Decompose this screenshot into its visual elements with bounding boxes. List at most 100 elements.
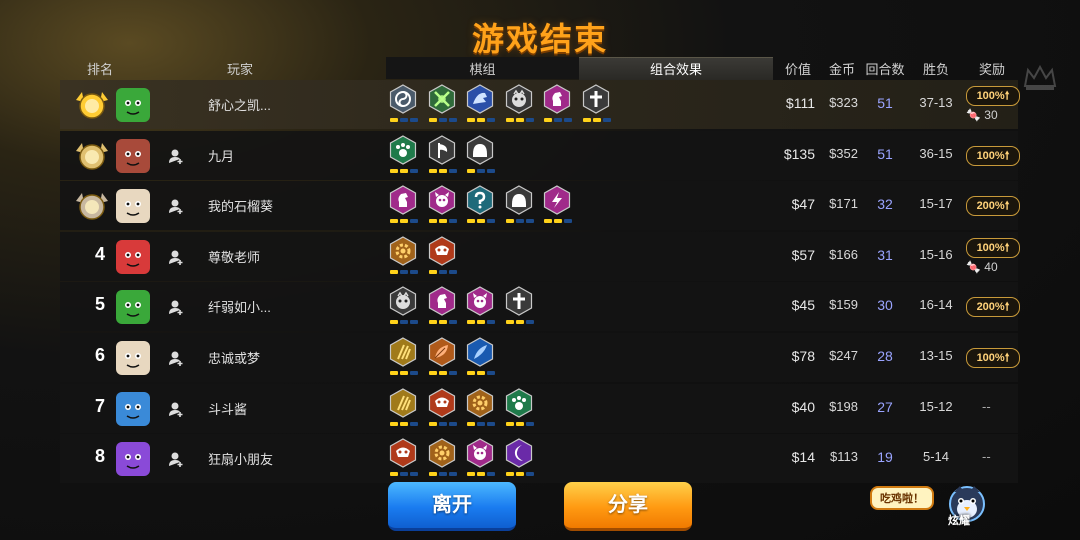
- trait-bar: [525, 118, 534, 122]
- reward-badge[interactable]: 100%🠕: [966, 145, 1020, 166]
- trait-beast-icon[interactable]: [388, 286, 418, 326]
- value-cell: $14: [791, 449, 815, 466]
- table-row[interactable]: 8 狂扇小朋友 $14 $113 19 5-14 --: [60, 434, 1018, 484]
- trait-claws-icon[interactable]: [388, 337, 418, 377]
- trait-helmet-icon[interactable]: [465, 134, 495, 175]
- add-friend-icon[interactable]: [168, 198, 184, 215]
- table-row[interactable]: 九月 $135 $352 51 36-15 100%🠕: [60, 130, 1020, 180]
- avatar[interactable]: [116, 442, 150, 477]
- trait-bar: [477, 421, 485, 426]
- header-rounds: 回合数: [865, 62, 905, 77]
- table-row[interactable]: 5 纤弱如小... $45 $159 30 16-14 200%🠕: [60, 282, 1020, 332]
- reward-badge[interactable]: 100%🠕: [966, 348, 1020, 368]
- trait-knight-icon[interactable]: [388, 185, 418, 225]
- trait-bar: [428, 472, 437, 477]
- trait-bar: [448, 118, 457, 122]
- avatar[interactable]: [116, 88, 150, 122]
- trait-dragon-icon[interactable]: [465, 84, 495, 124]
- trait-beast-icon[interactable]: [504, 84, 534, 124]
- trait-question-icon[interactable]: [465, 185, 495, 225]
- rounds-cell: 27: [877, 398, 893, 415]
- add-friend-icon[interactable]: [168, 299, 184, 316]
- trait-bar: [428, 320, 437, 325]
- reward-badge[interactable]: 100%🠕: [966, 237, 1020, 258]
- reward-badge[interactable]: 200%🠕: [966, 297, 1020, 318]
- tab-pieces[interactable]: 棋组: [386, 60, 579, 80]
- rank-medal-icon: [72, 139, 112, 173]
- table-row[interactable]: 4 尊敬老师 $57 $166 31 15-16 100%🠕 🍬 40: [60, 231, 1020, 281]
- avatar[interactable]: [116, 341, 150, 375]
- reward-badge[interactable]: 100%🠕: [966, 86, 1020, 106]
- trait-bar: [410, 371, 418, 375]
- trait-demon-icon[interactable]: [465, 438, 495, 478]
- tab-combo[interactable]: 组合效果: [579, 60, 773, 80]
- trait-gear-icon[interactable]: [388, 236, 418, 276]
- reward-candy: 🍬 30: [966, 108, 998, 122]
- trait-paw-icon[interactable]: [388, 134, 418, 175]
- trait-yinyang-icon[interactable]: [388, 84, 418, 124]
- trait-demon-icon[interactable]: [465, 286, 495, 326]
- trait-helmet-icon[interactable]: [504, 185, 534, 225]
- trait-bar: [390, 219, 398, 224]
- table-row[interactable]: 6 忠诚或梦 $78 $247 28 13-15 100%🠕: [60, 333, 1020, 382]
- trait-knight-icon[interactable]: [427, 286, 457, 326]
- rounds-cell: 30: [877, 297, 893, 314]
- share-button[interactable]: 分享: [564, 482, 692, 531]
- no-reward: --: [982, 449, 991, 465]
- leave-button[interactable]: 离开: [388, 482, 516, 531]
- table-row[interactable]: 我的石榴葵 $47 $171 32 15-17 200%🠕: [60, 181, 1020, 231]
- trait-bar: [428, 168, 437, 173]
- trait-bar: [525, 320, 534, 325]
- trait-mech-icon[interactable]: [427, 387, 457, 428]
- trait-axe-icon[interactable]: [427, 134, 457, 175]
- trait-cross-icon[interactable]: [581, 84, 611, 124]
- trait-mech-icon[interactable]: [388, 438, 418, 478]
- trait-mech-icon[interactable]: [427, 236, 457, 276]
- trait-crossed-arrows-icon[interactable]: [427, 84, 457, 124]
- trait-bar: [410, 219, 418, 224]
- trait-gear-icon[interactable]: [427, 438, 457, 478]
- avatar[interactable]: [116, 391, 150, 426]
- gold-cell: $198: [829, 398, 858, 414]
- trait-moon-icon[interactable]: [504, 438, 534, 478]
- trait-knight-icon[interactable]: [542, 84, 572, 124]
- avatar[interactable]: [116, 290, 150, 325]
- trait-paw-icon[interactable]: [504, 387, 534, 428]
- add-friend-icon[interactable]: [168, 249, 184, 265]
- player-name: 尊敬老师: [208, 249, 261, 265]
- table-row[interactable]: 舒心之凯... $111 $323 51 37-13 100%🠕 🍬 30: [60, 80, 1020, 129]
- trait-bar: [438, 269, 447, 274]
- trait-bar: [400, 472, 408, 477]
- avatar[interactable]: [116, 138, 150, 173]
- trait-bar: [438, 219, 447, 224]
- add-friend-icon[interactable]: [168, 148, 184, 164]
- trait-claws-icon[interactable]: [388, 387, 418, 428]
- trait-bar: [525, 421, 534, 426]
- reward-badge[interactable]: 200%🠕: [966, 196, 1020, 217]
- trait-bar: [564, 118, 572, 122]
- trait-demon-icon[interactable]: [427, 185, 457, 225]
- rounds-cell: 32: [877, 196, 893, 213]
- trait-bolt-icon[interactable]: [542, 185, 572, 225]
- trait-bar: [448, 472, 457, 477]
- trait-bar: [438, 168, 447, 173]
- trait-bar: [400, 118, 408, 122]
- table-row[interactable]: 7 斗斗酱 $40 $198 27 15-12 --: [60, 383, 1018, 433]
- winloss-cell: 5-14: [922, 449, 950, 465]
- trait-gear-icon[interactable]: [465, 387, 495, 428]
- player-name: 纤弱如小...: [208, 300, 271, 316]
- trait-cross-icon[interactable]: [504, 286, 534, 326]
- trait-leaf-icon[interactable]: [427, 337, 457, 377]
- trait-bar: [400, 269, 408, 274]
- avatar[interactable]: [116, 239, 150, 274]
- avatar[interactable]: [116, 189, 150, 224]
- trait-bar: [554, 118, 562, 122]
- trait-feather-icon[interactable]: [465, 337, 495, 377]
- value-cell: $111: [785, 95, 815, 111]
- trait-bar: [410, 472, 418, 477]
- trait-bar: [467, 118, 475, 122]
- winloss-cell: 36-15: [919, 145, 953, 161]
- add-friend-icon[interactable]: [168, 401, 184, 417]
- add-friend-icon[interactable]: [168, 350, 184, 366]
- add-friend-icon[interactable]: [168, 451, 184, 468]
